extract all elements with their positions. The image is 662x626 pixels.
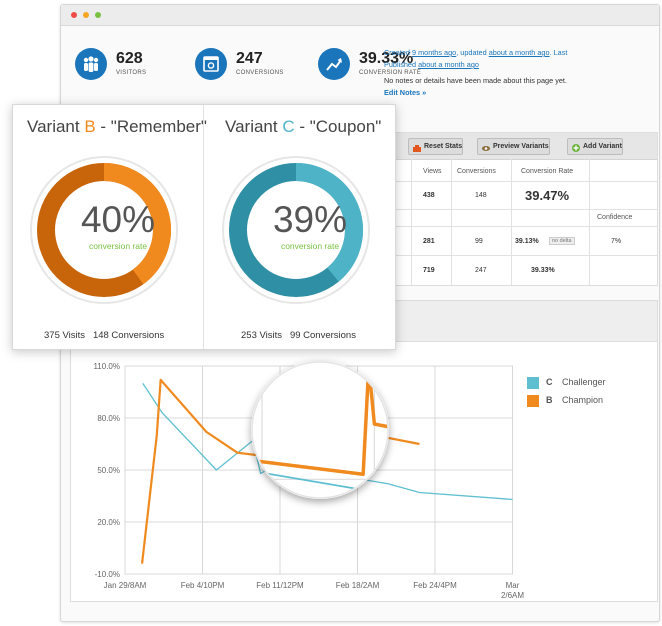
legend-letter-challenger: C: [546, 377, 553, 387]
legend-swatch-challenger: [527, 377, 539, 389]
y-tick-label: 110.0%: [93, 362, 120, 371]
y-tick-label: 80.0%: [97, 414, 120, 423]
variant-c-percent: 39%: [272, 199, 348, 240]
variant-b-conversions: 148 Conversions: [92, 330, 165, 341]
variant-c-rate-label: conversion rate: [280, 241, 340, 251]
x-tick-label: Mar 2/6AM: [501, 581, 524, 600]
legend-label-champion: Champion: [562, 395, 604, 405]
x-tick-label: Feb 11/12PM: [256, 581, 304, 590]
x-tick-label: Feb 18/2AM: [336, 581, 380, 590]
variant-b-visits: 375 Visits: [44, 330, 86, 341]
variant-c-visits: 253 Visits: [241, 330, 283, 341]
variant-b-percent: 40%: [80, 199, 156, 240]
variant-b-footer: 375 Visits 148 Conversions: [44, 330, 164, 341]
y-tick-label: -10.0%: [95, 570, 120, 579]
variant-c-conversions: 99 Conversions: [289, 330, 356, 341]
x-tick-label: Jan 29/8AM: [104, 581, 147, 590]
y-tick-label: 50.0%: [97, 466, 120, 475]
legend-label-challenger: Challenger: [562, 377, 606, 387]
variant-b-rate-label: conversion rate: [88, 241, 148, 251]
x-tick-label: Feb 4/10PM: [181, 581, 225, 590]
variant-comparison-card: Variant B - "Remember" Variant C - "Coup…: [12, 104, 396, 350]
y-tick-label: 20.0%: [97, 518, 120, 527]
legend-letter-champion: B: [546, 395, 553, 405]
legend-swatch-champion: [527, 395, 539, 407]
variant-c-footer: 253 Visits 99 Conversions: [241, 330, 356, 341]
x-tick-label: Feb 24/4PM: [413, 581, 457, 590]
